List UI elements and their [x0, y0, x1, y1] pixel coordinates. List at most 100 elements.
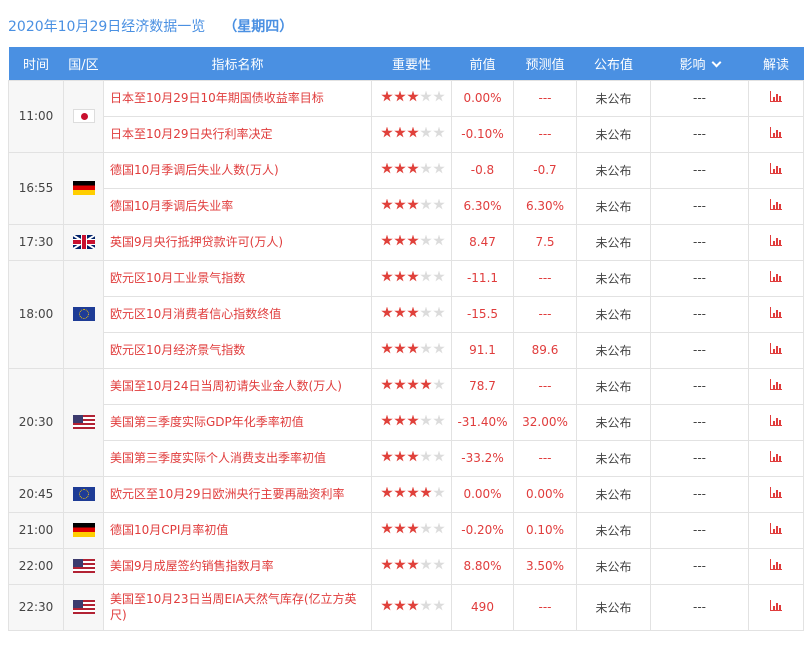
indicator-name-link[interactable]: 英国9月央行抵押贷款许可(万人): [103, 223, 372, 261]
importance-cell: [371, 79, 452, 117]
interpretation-cell: [748, 583, 804, 631]
previous-value: -31.40%: [451, 403, 514, 441]
bar-chart-icon[interactable]: [770, 199, 782, 210]
bar-chart-icon[interactable]: [770, 235, 782, 246]
table-row: 20:30 美国至10月24日当周初请失业金人数(万人) 78.7 --- 未公布 ---: [8, 367, 804, 477]
country-cell: [63, 475, 104, 513]
star-icon: [407, 234, 419, 246]
importance-stars: [381, 306, 445, 319]
actual-value: 未公布: [576, 511, 651, 549]
bar-chart-icon[interactable]: [770, 307, 782, 318]
bar-chart-icon[interactable]: [770, 559, 782, 570]
forecast-value: 3.50%: [513, 547, 577, 585]
impact-value: ---: [650, 547, 749, 585]
bar-chart-icon[interactable]: [770, 600, 782, 611]
previous-value: -11.1: [451, 259, 514, 297]
star-icon: [407, 414, 419, 426]
indicator-name-link[interactable]: 德国10月季调后失业率: [103, 187, 372, 225]
country-cell: [63, 547, 104, 585]
indicator-name-link[interactable]: 美国9月成屋签约销售指数月率: [103, 547, 372, 585]
bar-chart-icon[interactable]: [770, 415, 782, 426]
indicator-name-link[interactable]: 欧元区10月工业景气指数: [103, 259, 372, 297]
impact-value: ---: [650, 511, 749, 549]
indicator-name-link[interactable]: 日本至10月29日10年期国债收益率目标: [103, 79, 372, 117]
interpretation-cell: [748, 187, 804, 225]
forecast-value: 0.10%: [513, 511, 577, 549]
bar-chart-icon[interactable]: [770, 523, 782, 534]
time-cell: 17:30: [8, 223, 64, 261]
us-flag: [72, 600, 95, 615]
actual-value: 未公布: [576, 259, 651, 297]
previous-value: -33.2%: [451, 439, 514, 477]
indicator-name-link[interactable]: 日本至10月29日央行利率决定: [103, 115, 372, 153]
indicator-name-link[interactable]: 欧元区10月消费者信心指数终值: [103, 295, 372, 333]
star-icon: [407, 90, 419, 102]
previous-value: -0.20%: [451, 511, 514, 549]
star-icon: [433, 522, 445, 534]
star-icon: [433, 126, 445, 138]
star-icon: [420, 522, 432, 534]
star-icon: [394, 90, 406, 102]
star-icon: [381, 234, 393, 246]
importance-cell: [371, 115, 452, 153]
forecast-value: ---: [513, 295, 577, 333]
bar-chart-icon[interactable]: [770, 343, 782, 354]
forecast-value: ---: [513, 259, 577, 297]
star-icon: [394, 599, 406, 611]
star-icon: [394, 378, 406, 390]
star-icon: [381, 306, 393, 318]
bar-chart-icon[interactable]: [770, 127, 782, 138]
bar-chart-icon[interactable]: [770, 451, 782, 462]
actual-value: 未公布: [576, 151, 651, 189]
star-icon: [381, 414, 393, 426]
importance-cell: [371, 367, 452, 405]
star-icon: [420, 234, 432, 246]
indicator-name-link[interactable]: 欧元区至10月29日欧洲央行主要再融资利率: [103, 475, 372, 513]
star-icon: [381, 270, 393, 282]
indicator-name-link[interactable]: 欧元区10月经济景气指数: [103, 331, 372, 369]
economic-calendar-table: 时间 国/区 指标名称 重要性 前值 预测值 公布值 影响 解读 11:00 日本…: [8, 47, 804, 631]
star-icon: [394, 522, 406, 534]
star-icon: [433, 378, 445, 390]
impact-value: ---: [650, 79, 749, 117]
interpretation-cell: [748, 259, 804, 297]
previous-value: 0.00%: [451, 475, 514, 513]
indicator-name-link[interactable]: 美国第三季度实际个人消费支出季率初值: [103, 439, 372, 477]
bar-chart-icon[interactable]: [770, 271, 782, 282]
star-icon: [420, 450, 432, 462]
bar-chart-icon[interactable]: [770, 379, 782, 390]
star-icon: [420, 162, 432, 174]
actual-value: 未公布: [576, 403, 651, 441]
table-row: 美国第三季度实际GDP年化季率初值 -31.40% 32.00% 未公布 ---: [9, 403, 804, 441]
indicator-name-link[interactable]: 德国10月CPI月率初值: [103, 511, 372, 549]
importance-cell: [371, 151, 452, 189]
japan-flag: [72, 109, 95, 124]
indicator-name-link[interactable]: 美国至10月24日当周初请失业金人数(万人): [103, 367, 372, 405]
table-row: 22:00 美国9月成屋签约销售指数月率 8.80% 3.50% 未公布 ---: [8, 547, 804, 585]
indicator-name-link[interactable]: 美国至10月23日当周EIA天然气库存(亿立方英尺): [103, 583, 372, 631]
impact-value: ---: [650, 331, 749, 369]
country-cell: [63, 511, 104, 549]
bar-chart-icon[interactable]: [770, 91, 782, 102]
star-icon: [420, 306, 432, 318]
us-flag: [72, 559, 95, 574]
country-cell: [63, 583, 104, 631]
importance-cell: [371, 259, 452, 297]
indicator-name-link[interactable]: 德国10月季调后失业人数(万人): [103, 151, 372, 189]
bar-chart-icon[interactable]: [770, 163, 782, 174]
star-icon: [433, 486, 445, 498]
interpretation-cell: [748, 403, 804, 441]
us-flag: [72, 415, 95, 430]
forecast-value: 6.30%: [513, 187, 577, 225]
actual-value: 未公布: [576, 115, 651, 153]
col-header-time: 时间: [8, 47, 64, 80]
indicator-name-link[interactable]: 美国第三季度实际GDP年化季率初值: [103, 403, 372, 441]
bar-chart-icon[interactable]: [770, 487, 782, 498]
impact-filter-dropdown[interactable]: 影响: [650, 47, 749, 80]
time-cell: 18:00: [8, 259, 64, 369]
star-icon: [381, 486, 393, 498]
importance-cell: [371, 223, 452, 261]
country-cell: [63, 79, 104, 153]
star-icon: [433, 558, 445, 570]
star-icon: [433, 198, 445, 210]
